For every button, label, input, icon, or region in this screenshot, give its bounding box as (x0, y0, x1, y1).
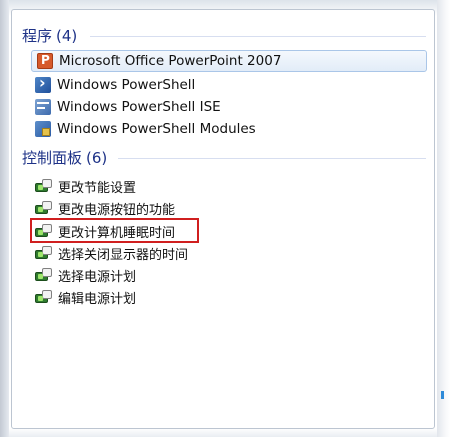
window-frame-right (437, 0, 450, 437)
programs-header-label: 程序 (22, 27, 53, 45)
control-panel-header-label: 控制面板 (22, 149, 83, 167)
powershell-icon (35, 73, 51, 93)
result-item-display-off-time[interactable]: 选择关闭显示器的时间 (30, 242, 426, 264)
window-frame-bottom (9, 428, 437, 437)
power-options-icon (35, 245, 52, 261)
result-item-label: 编辑电源计划 (58, 291, 137, 307)
result-item-label: 更改节能设置 (58, 180, 137, 196)
result-item-label: 更改电源按钮的功能 (58, 202, 176, 218)
result-item-choose-power-plan[interactable]: 选择电源计划 (30, 264, 426, 286)
red-highlight-box (30, 218, 199, 243)
power-options-icon (35, 289, 52, 305)
result-item-label: 选择电源计划 (58, 269, 137, 285)
result-item-change-power-saving-settings[interactable]: 更改节能设置 (30, 175, 426, 197)
edge-marker (441, 391, 444, 399)
programs-count: (4) (56, 27, 78, 45)
result-item-powershell[interactable]: Windows PowerShell (30, 73, 426, 96)
result-item-powershell-ise[interactable]: Windows PowerShell ISE (30, 96, 426, 118)
control-panel-group-header[interactable]: 控制面板 (6) (22, 147, 430, 169)
result-item-change-power-button[interactable]: 更改电源按钮的功能 (30, 197, 426, 219)
result-item-label: Windows PowerShell Modules (57, 121, 256, 137)
power-options-icon (35, 267, 52, 283)
result-item-powershell-modules[interactable]: Windows PowerShell Modules (30, 118, 426, 140)
result-item-edit-power-plan[interactable]: 编辑电源计划 (30, 286, 426, 308)
result-item-label: 选择关闭显示器的时间 (58, 247, 189, 263)
powershell-modules-icon (35, 121, 51, 137)
result-item-label: Windows PowerShell ISE (57, 99, 221, 115)
control-panel-count: (6) (86, 149, 108, 167)
power-options-icon (35, 200, 52, 216)
programs-group-header[interactable]: 程序 (4) (22, 25, 430, 47)
result-item-label: Windows PowerShell (57, 77, 196, 93)
power-options-icon (35, 178, 52, 194)
powershell-ise-icon (35, 99, 51, 115)
result-item-label: Microsoft Office PowerPoint 2007 (59, 53, 282, 69)
powerpoint-icon (37, 53, 53, 69)
window-frame-left (0, 0, 9, 437)
result-item-powerpoint[interactable]: Microsoft Office PowerPoint 2007 (31, 50, 427, 72)
